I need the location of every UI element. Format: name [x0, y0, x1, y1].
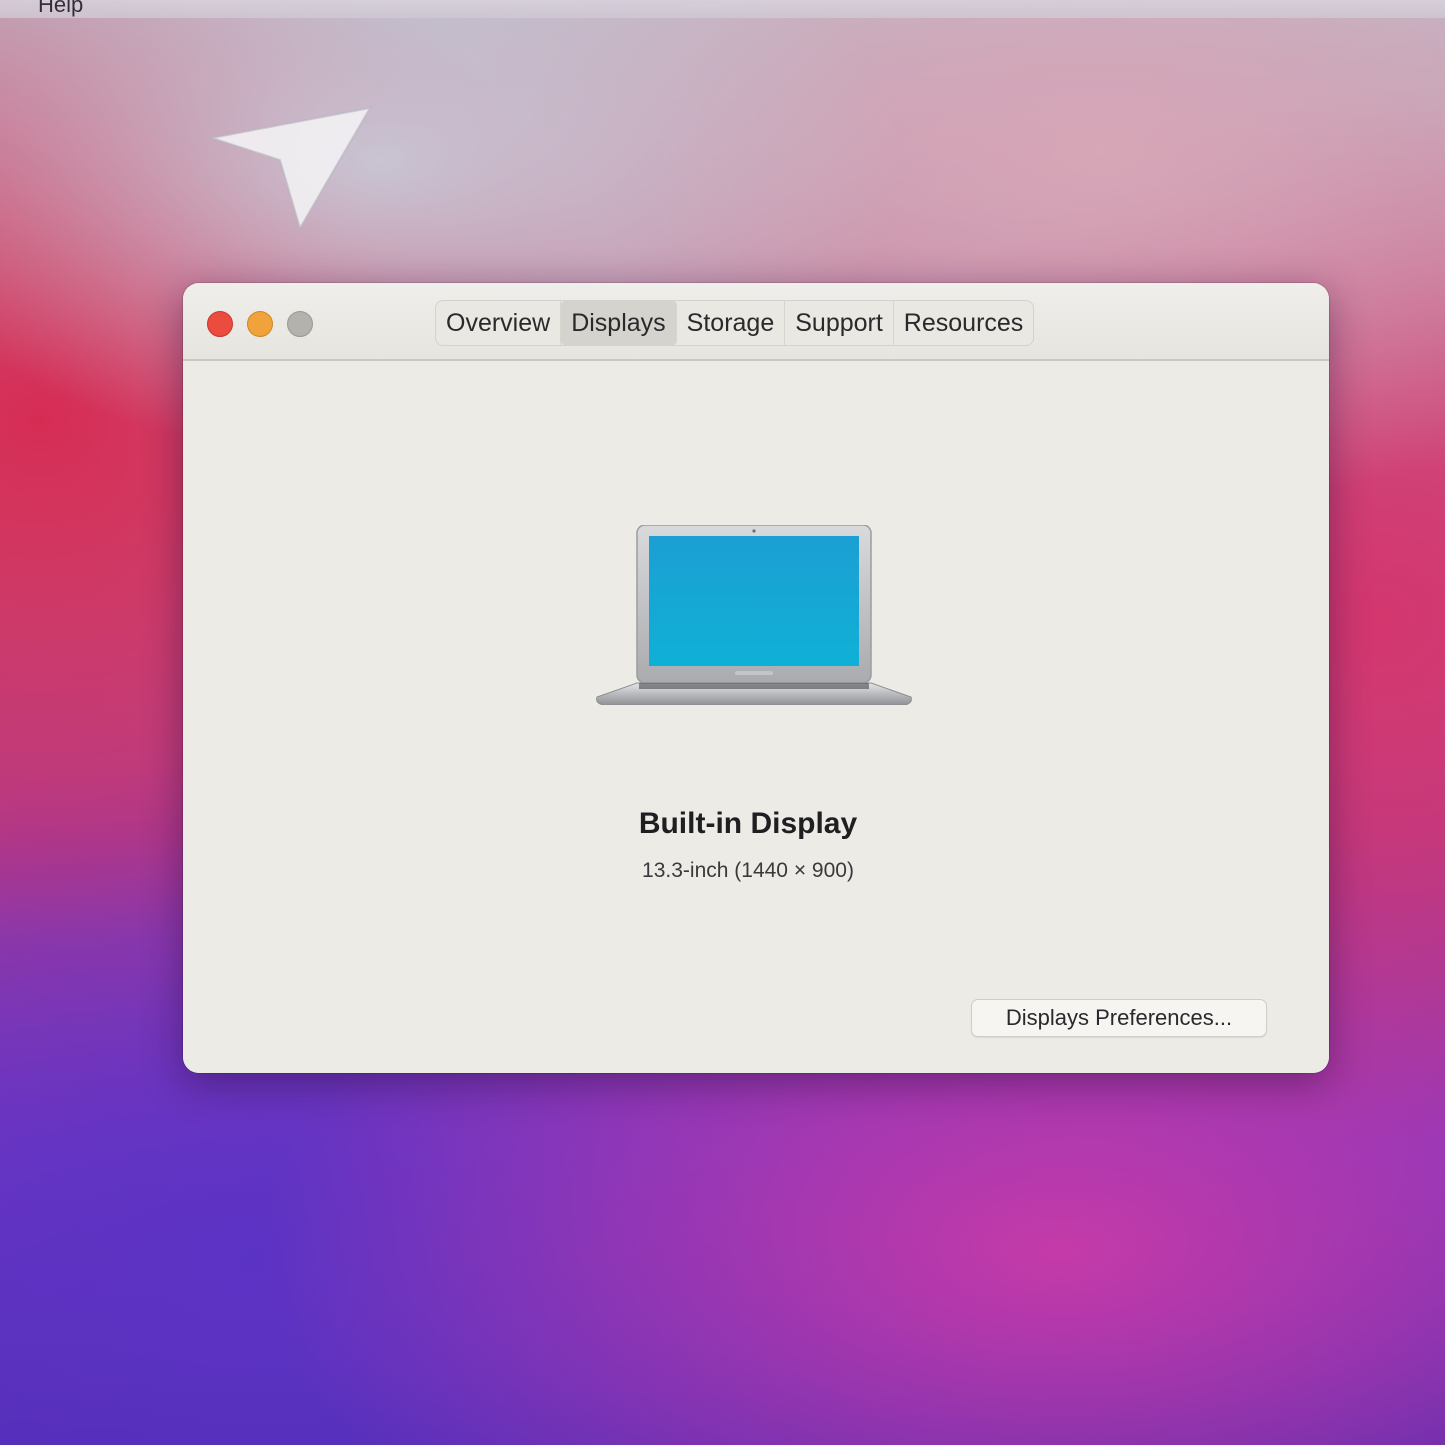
display-name: Built-in Display: [638, 807, 858, 840]
tab-storage[interactable]: Storage: [677, 301, 786, 345]
tab-overview[interactable]: Overview: [436, 301, 562, 345]
title-bar: Overview Displays Storage Support Resour…: [183, 283, 1329, 361]
cursor-icon: [211, 106, 372, 230]
tab-displays[interactable]: Displays: [561, 301, 677, 345]
tab-resources[interactable]: Resources: [894, 301, 1034, 345]
zoom-button[interactable]: [287, 311, 313, 337]
close-button[interactable]: [207, 311, 233, 337]
menu-bar: Help: [0, 0, 1445, 18]
tab-bar: Overview Displays Storage Support Resour…: [435, 300, 1035, 346]
display-size: 13.3-inch (1440 × 900): [642, 859, 854, 882]
displays-panel: Built-in Display 13.3-inch (1440 × 900) …: [183, 361, 1329, 1073]
about-this-mac-window: Overview Displays Storage Support Resour…: [183, 283, 1329, 1073]
minimize-button[interactable]: [247, 311, 273, 337]
menu-help[interactable]: Help: [38, 0, 83, 18]
laptop-icon: [596, 525, 912, 705]
tab-support[interactable]: Support: [785, 301, 894, 345]
displays-preferences-button[interactable]: Displays Preferences...: [971, 999, 1267, 1037]
